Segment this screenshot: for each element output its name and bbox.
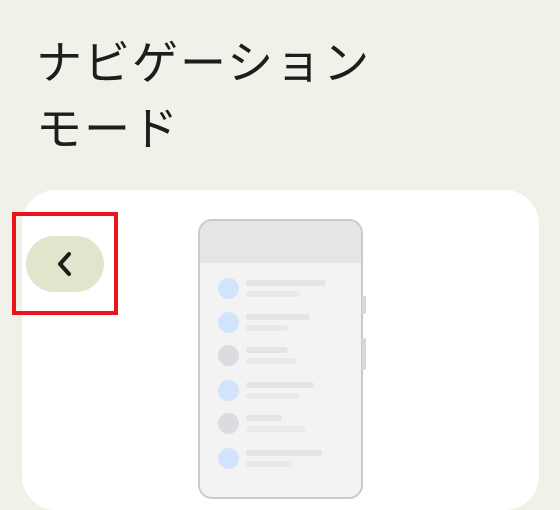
back-button[interactable] bbox=[26, 236, 104, 292]
text-placeholder bbox=[246, 347, 288, 353]
phone-illustration bbox=[198, 219, 363, 499]
list-item bbox=[218, 448, 338, 470]
phone-side-button bbox=[362, 296, 366, 314]
page-title: ナビゲーション モード bbox=[36, 30, 516, 162]
text-placeholder bbox=[246, 426, 306, 432]
chevron-left-icon bbox=[58, 252, 71, 276]
text-placeholder bbox=[246, 393, 300, 399]
phone-side-button bbox=[362, 338, 366, 370]
list-item bbox=[218, 345, 338, 367]
list-item bbox=[218, 312, 338, 334]
text-placeholder bbox=[246, 461, 292, 467]
text-placeholder bbox=[246, 415, 282, 421]
text-placeholder bbox=[246, 314, 310, 320]
phone-header bbox=[200, 221, 361, 263]
list-item bbox=[218, 413, 338, 435]
text-placeholder bbox=[246, 382, 314, 388]
list-item bbox=[218, 278, 338, 300]
page-title-line-1: ナビゲーション bbox=[36, 36, 372, 90]
avatar-placeholder bbox=[218, 345, 239, 366]
text-placeholder bbox=[246, 450, 322, 456]
text-placeholder bbox=[246, 358, 296, 364]
avatar-placeholder bbox=[218, 413, 239, 434]
text-placeholder bbox=[246, 280, 326, 286]
avatar-placeholder bbox=[218, 380, 239, 401]
page-title-line-2: モード bbox=[36, 102, 180, 156]
avatar-placeholder bbox=[218, 312, 239, 333]
text-placeholder bbox=[246, 291, 300, 297]
avatar-placeholder bbox=[218, 448, 239, 469]
avatar-placeholder bbox=[218, 278, 239, 299]
text-placeholder bbox=[246, 325, 288, 331]
list-item bbox=[218, 380, 338, 402]
